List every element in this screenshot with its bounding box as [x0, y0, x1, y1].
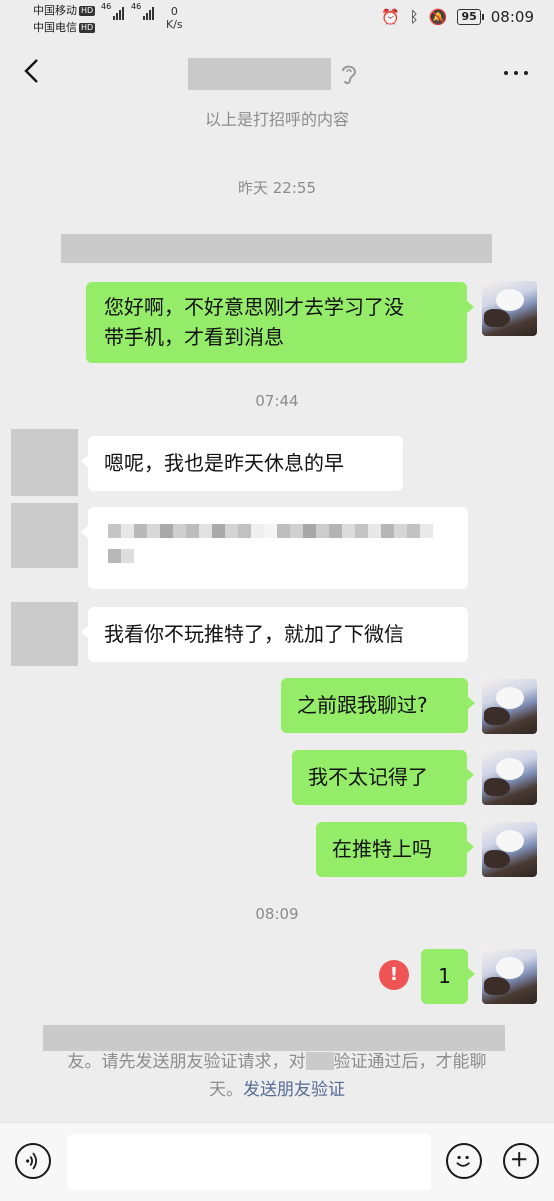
voice-icon[interactable] — [15, 1143, 51, 1179]
emoji-icon[interactable] — [446, 1143, 482, 1179]
battery-icon: 95 — [457, 9, 485, 25]
message-bubble-other-pixelated[interactable] — [81, 507, 468, 589]
timestamp: 昨天 22:55 — [238, 179, 316, 197]
pixelated-text — [108, 524, 433, 538]
message-bubble-self[interactable]: 您好啊，不好意思刚才去学习了没 带手机，才看到消息 — [86, 282, 474, 363]
send-verification-link[interactable]: 发送朋友验证 — [243, 1080, 345, 1100]
redacted-text — [305, 1052, 334, 1070]
signal-icon: 46 — [131, 3, 154, 20]
plus-icon[interactable] — [503, 1143, 539, 1179]
hd-badge: HD — [79, 23, 96, 33]
message-bubble-other[interactable]: 嗯呢，我也是昨天休息的早 — [81, 436, 403, 491]
network-speed: 0 K/s — [166, 5, 183, 31]
avatar[interactable] — [482, 822, 537, 877]
signal-icon: 46 — [101, 3, 124, 20]
carrier-info: 中国移动 HD 中国电信 HD — [33, 2, 96, 36]
avatar-redacted[interactable] — [11, 503, 78, 568]
status-bar: 中国移动 HD 中国电信 HD 46 46 0 K/s ⏰ ᛒ 🔕 95 08:09 — [0, 0, 554, 42]
carrier-1: 中国移动 — [33, 4, 77, 17]
hd-badge: HD — [79, 6, 96, 16]
avatar[interactable] — [482, 679, 537, 734]
message-bubble-self[interactable]: 在推特上吗 — [316, 822, 474, 877]
mute-icon: 🔕 — [428, 8, 448, 26]
message-input[interactable] — [67, 1134, 431, 1190]
carrier-2: 中国电信 — [33, 21, 77, 34]
more-dots-icon[interactable] — [504, 71, 528, 75]
alarm-icon: ⏰ — [381, 8, 400, 26]
input-bar — [0, 1122, 554, 1201]
pixelated-text — [108, 549, 134, 563]
timestamp: 07:44 — [255, 392, 299, 410]
avatar[interactable] — [482, 949, 537, 1004]
bluetooth-icon: ᛒ — [409, 8, 419, 26]
ear-icon — [342, 65, 357, 85]
timestamp: 08:09 — [255, 905, 299, 923]
avatar[interactable] — [482, 281, 537, 336]
message-bubble-self[interactable]: 之前跟我聊过? — [281, 678, 475, 733]
friend-verification-notice: 友。请先发送朋友验证请求，对 验证通过后，才能聊 天。发送朋友验证 — [67, 1052, 487, 1100]
status-icons: ⏰ ᛒ 🔕 95 08:09 — [381, 8, 534, 26]
avatar-redacted[interactable] — [11, 602, 78, 666]
avatar-redacted[interactable] — [11, 429, 78, 496]
send-failed-icon[interactable]: ! — [379, 960, 409, 990]
message-bubble-self[interactable]: 1 — [421, 949, 475, 1004]
clock: 08:09 — [490, 8, 534, 26]
greeting-note: 以上是打招呼的内容 — [204, 110, 349, 129]
contact-name-redacted[interactable] — [188, 58, 331, 90]
message-bubble-other[interactable]: 我看你不玩推特了，就加了下微信 — [81, 607, 468, 662]
redacted-system-text — [61, 234, 492, 263]
chevron-left-icon[interactable] — [18, 56, 48, 86]
avatar[interactable] — [482, 750, 537, 805]
chat-header — [0, 42, 554, 104]
message-bubble-self[interactable]: 我不太记得了 — [292, 750, 474, 805]
